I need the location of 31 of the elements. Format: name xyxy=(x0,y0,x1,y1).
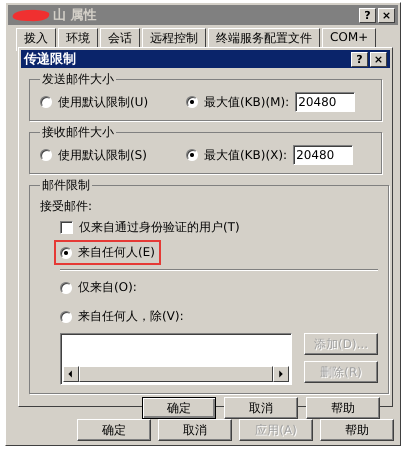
scrollbar-thumb[interactable] xyxy=(79,366,273,382)
radio-option[interactable]: 仅来自(O): xyxy=(60,279,137,296)
group-title: 接收邮件大小 xyxy=(41,124,115,141)
redaction-mark xyxy=(11,7,51,23)
dialog-button[interactable]: 确定 xyxy=(142,397,216,419)
dialog-button[interactable]: 帮助 xyxy=(306,397,380,419)
help-button[interactable]: ? xyxy=(351,52,368,66)
window-title: 山 属性 xyxy=(53,7,98,24)
help-button[interactable]: ? xyxy=(359,8,376,22)
window-title: 传递限制 xyxy=(24,50,77,68)
close-button[interactable]: × xyxy=(378,8,395,22)
close-button[interactable]: × xyxy=(370,52,387,66)
radio-option[interactable]: 来自任何人，除(V): xyxy=(60,308,184,325)
radio-option[interactable]: 使用默认限制(U) xyxy=(40,94,180,110)
dialog-button[interactable]: 帮助 xyxy=(320,419,394,441)
radio-option[interactable]: 最大值(KB)(M): xyxy=(186,94,290,110)
dialog-button[interactable]: 取消 xyxy=(158,419,232,441)
group-title: 发送邮件大小 xyxy=(41,71,115,88)
size-input[interactable]: 20480 xyxy=(293,145,354,165)
radio-option[interactable]: 最大值(KB)(X): xyxy=(186,146,288,164)
accept-label: 接受邮件: xyxy=(40,198,94,215)
dialog-button[interactable]: 确定 xyxy=(77,419,151,441)
radio-option[interactable]: 使用默认限制(S) xyxy=(40,146,180,164)
group-title: 邮件限制 xyxy=(41,177,91,194)
exception-list[interactable] xyxy=(60,333,292,385)
checkbox-option[interactable]: 仅来自通过身份验证的用户(T) xyxy=(40,219,378,236)
scroll-left-icon[interactable] xyxy=(63,366,79,382)
scroll-right-icon[interactable] xyxy=(273,366,289,382)
size-input[interactable]: 20480 xyxy=(295,92,356,112)
radio-option[interactable]: 来自任何人(E) xyxy=(60,244,155,261)
dialog-button[interactable]: 取消 xyxy=(224,397,298,419)
